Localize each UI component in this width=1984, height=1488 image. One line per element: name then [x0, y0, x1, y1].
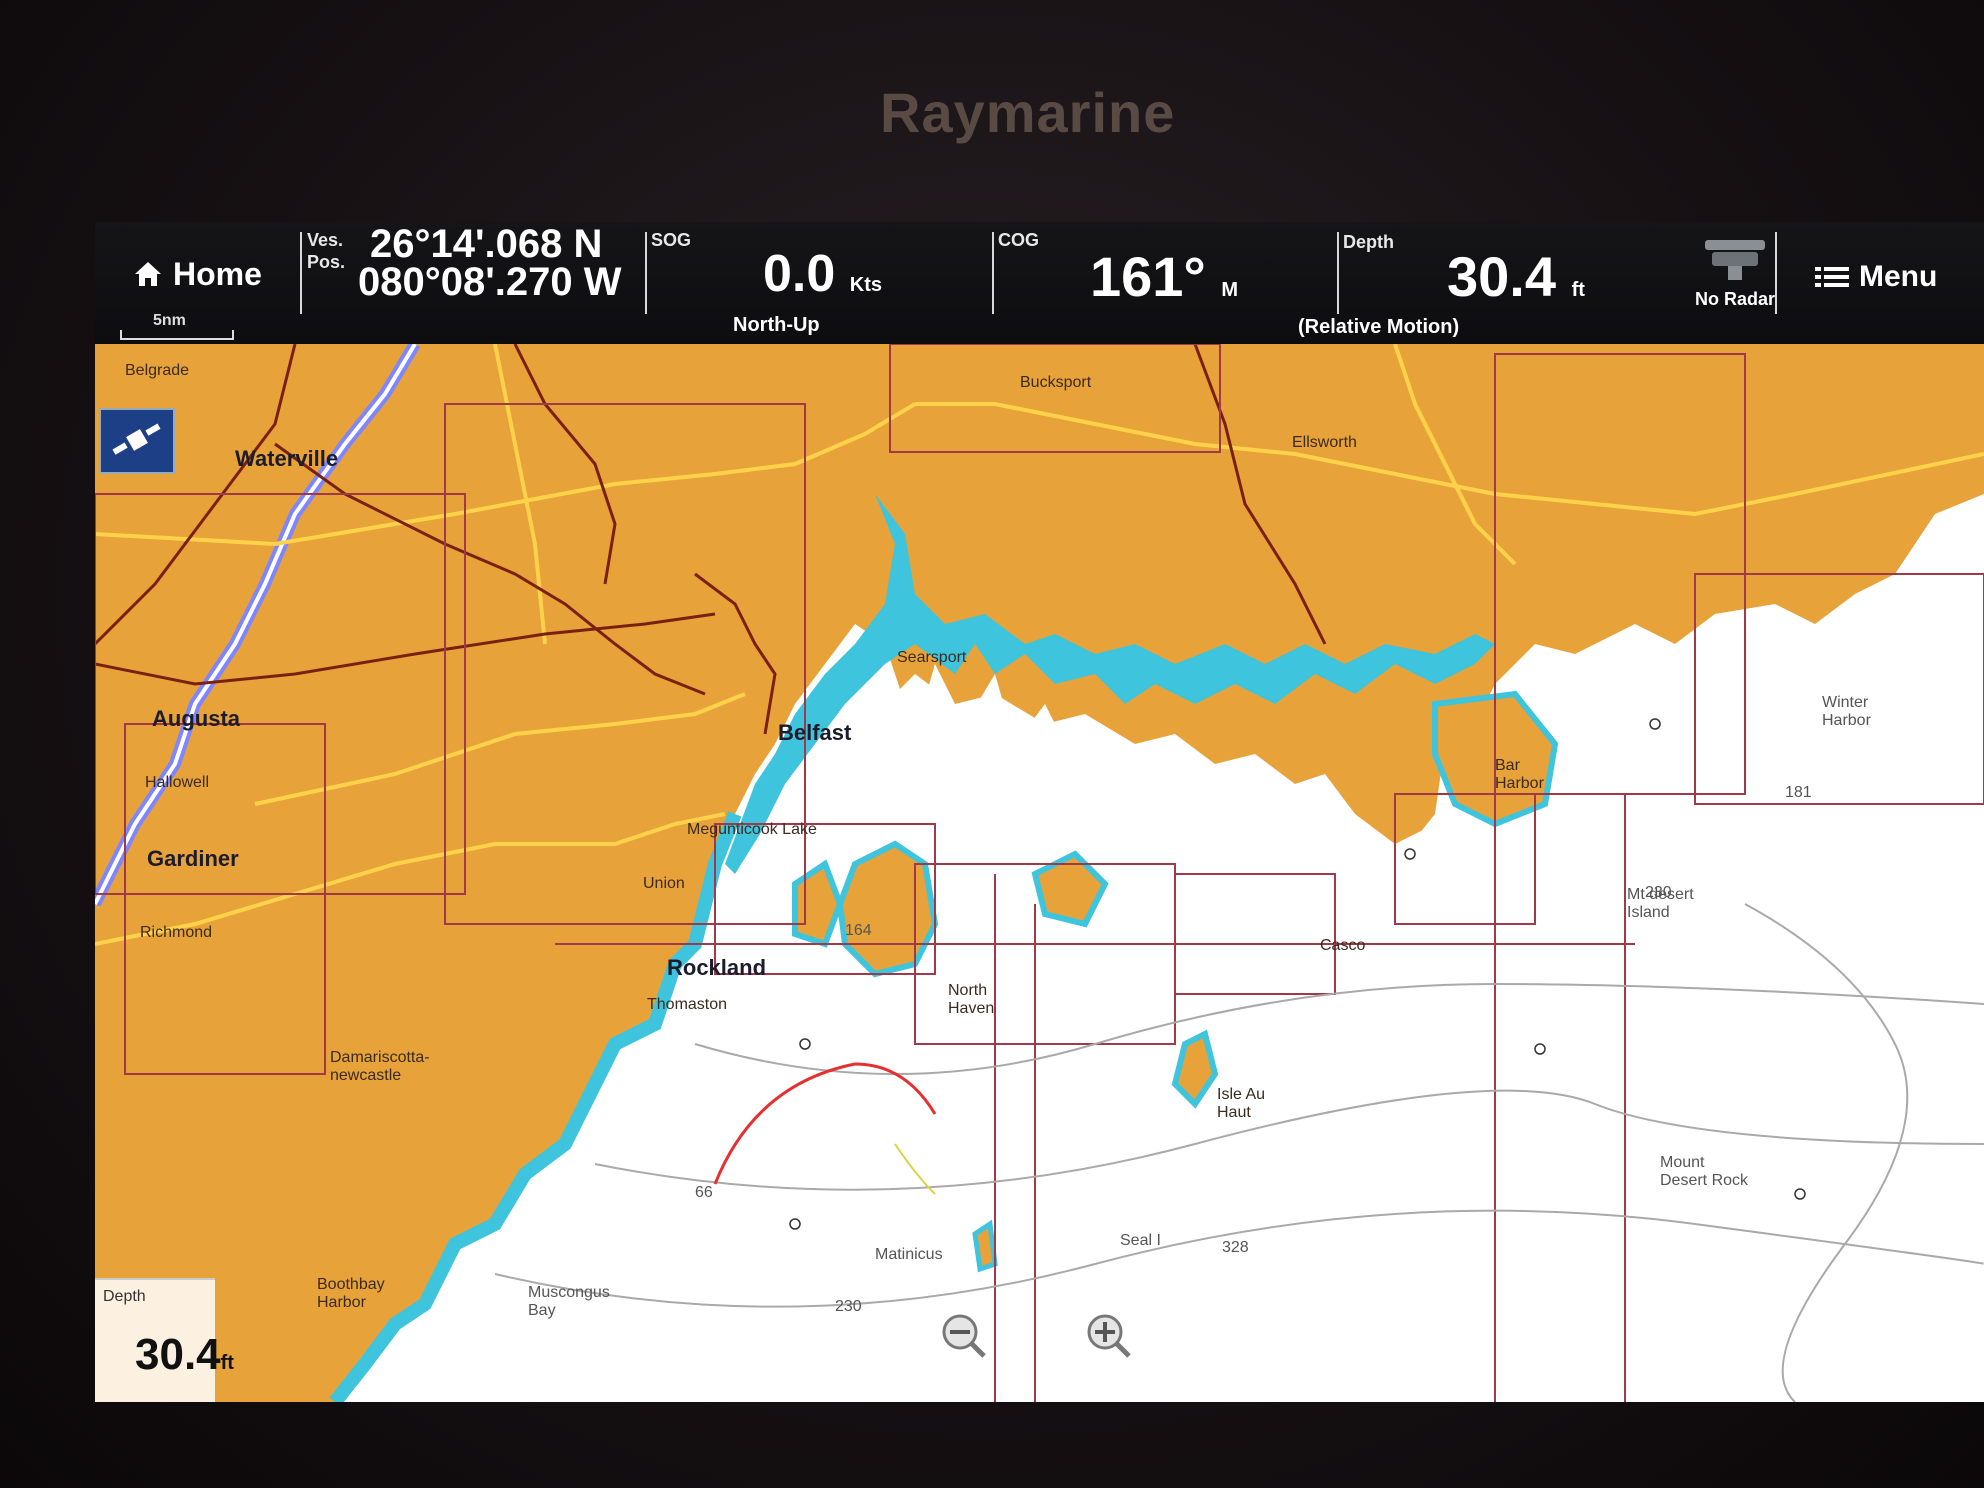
- place-label: Winter Harbor: [1822, 694, 1871, 729]
- gps-satellite-icon[interactable]: [99, 408, 175, 474]
- cog-readout[interactable]: 161° M: [1090, 244, 1238, 309]
- place-label: Casco: [1320, 937, 1366, 954]
- sog-label: SOG: [651, 230, 692, 250]
- depth-overlay-value: 30.4: [135, 1330, 221, 1379]
- divider: [1337, 232, 1339, 314]
- divider: [645, 232, 647, 314]
- sounding-label: 328: [1222, 1239, 1249, 1256]
- data-bar: Home 5nm Ves. Pos. 26°14'.068 N 080°08'.…: [95, 222, 1984, 344]
- depth-readout[interactable]: 30.4 ft: [1447, 244, 1585, 309]
- depth-unit: ft: [1571, 279, 1585, 301]
- place-label: Muscongus Bay: [528, 1284, 610, 1319]
- place-label: Waterville: [235, 446, 339, 471]
- sog-value: 0.0: [763, 245, 836, 303]
- chart-canvas: [95, 344, 1984, 1402]
- island-matinicus: [972, 1219, 998, 1273]
- place-label: Mount Desert Rock: [1660, 1154, 1749, 1189]
- radar-icon: [1705, 240, 1765, 280]
- radar-status[interactable]: No Radar: [1685, 234, 1785, 326]
- place-label: Bar Harbor: [1495, 757, 1544, 792]
- motion-mode[interactable]: (Relative Motion): [1298, 316, 1459, 339]
- menu-icon: [1815, 267, 1849, 287]
- longitude-value: 080°08'.270 W: [358, 260, 622, 304]
- depth-overlay[interactable]: Depth 30.4ft: [95, 1278, 234, 1402]
- divider: [992, 232, 994, 314]
- divider: [300, 232, 302, 314]
- place-label: Belgrade: [125, 362, 190, 379]
- place-label: Gardiner: [147, 846, 239, 871]
- brand-logo: Raymarine: [880, 81, 1176, 144]
- cog-label: COG: [998, 230, 1040, 250]
- sog-readout[interactable]: 0.0 Kts: [763, 244, 882, 304]
- scale-bar: [120, 330, 234, 340]
- place-label: Searsport: [897, 649, 967, 666]
- place-label: Matinicus: [875, 1246, 943, 1263]
- place-label: Megunticook Lake: [687, 821, 817, 838]
- sog-unit: Kts: [849, 274, 882, 296]
- place-label: Bucksport: [1020, 374, 1092, 391]
- depth-overlay-readout: 30.4ft: [135, 1330, 234, 1380]
- place-label: Union: [643, 875, 685, 892]
- depth-label: Depth: [1343, 232, 1394, 252]
- depth-value: 30.4: [1447, 245, 1556, 308]
- home-label: Home: [173, 255, 262, 292]
- zoom-in-icon[interactable]: [1085, 1312, 1133, 1360]
- sounding-label: 230: [1645, 884, 1672, 901]
- place-label: Hallowell: [145, 774, 210, 791]
- place-label: Augusta: [152, 706, 240, 731]
- place-label: Isle Au Haut: [1217, 1086, 1266, 1121]
- home-button[interactable]: Home: [133, 244, 283, 304]
- zoom-out-icon[interactable]: [940, 1312, 988, 1360]
- menu-button[interactable]: Menu: [1815, 252, 1965, 302]
- cog-value: 161°: [1090, 245, 1206, 308]
- menu-label: Menu: [1859, 260, 1938, 293]
- display-screen: Home 5nm Ves. Pos. 26°14'.068 N 080°08'.…: [95, 222, 1984, 1402]
- vessel-position-label-1: Ves.: [307, 230, 344, 250]
- depth-overlay-unit: ft: [220, 1352, 234, 1374]
- sounding-label: 181: [1785, 784, 1812, 801]
- sounding-label: 66: [695, 1184, 713, 1201]
- place-label: Boothbay Harbor: [317, 1276, 385, 1311]
- depth-overlay-label: Depth: [103, 1288, 146, 1305]
- vessel-position-label-2: Pos.: [307, 252, 346, 272]
- place-label: North Haven: [948, 982, 995, 1017]
- radar-status-label: No Radar: [1694, 289, 1775, 309]
- orientation-mode[interactable]: North-Up: [733, 314, 820, 337]
- sounding-label: 230: [835, 1298, 862, 1315]
- place-label: Thomaston: [647, 996, 728, 1013]
- place-label: Rockland: [667, 955, 767, 980]
- place-label: Ellsworth: [1292, 434, 1357, 451]
- home-icon: [135, 262, 161, 286]
- place-label: Damariscotta- newcastle: [330, 1049, 430, 1084]
- divider: [1775, 232, 1777, 314]
- place-label: Seal I: [1120, 1232, 1161, 1249]
- cog-unit: M: [1221, 279, 1239, 301]
- sounding-label: 164: [845, 922, 872, 939]
- scale-label: 5nm: [153, 312, 186, 329]
- chart-view[interactable]: Waterville Augusta Hallowell Gardiner Richmo…: [95, 344, 1984, 1402]
- place-label: Richmond: [140, 924, 213, 941]
- place-label: Belfast: [778, 720, 852, 745]
